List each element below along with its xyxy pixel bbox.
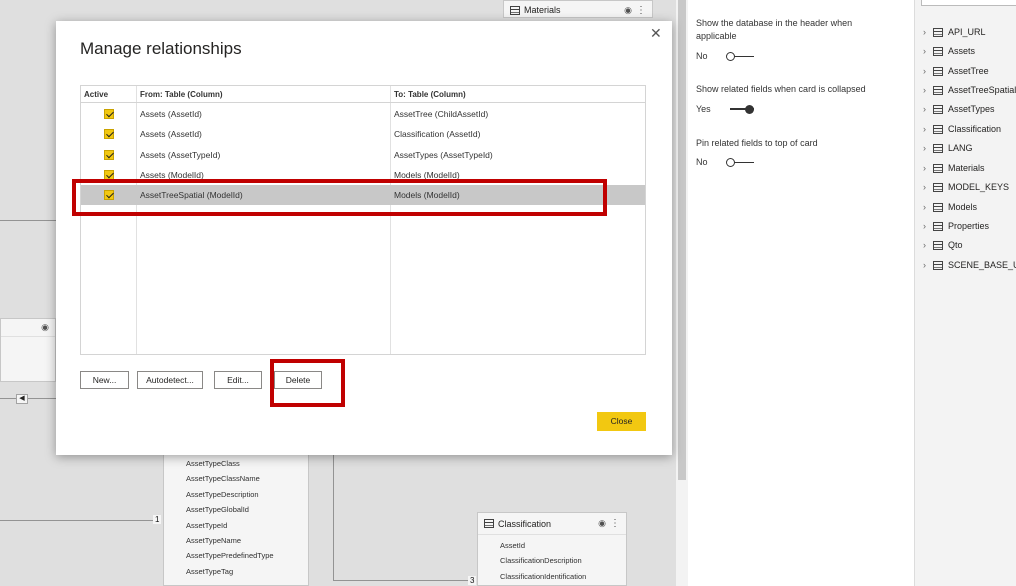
edit-button[interactable]: Edit... [214, 371, 262, 389]
chevron-right-icon: › [923, 124, 926, 134]
fields-table-item[interactable]: › AssetTypes [923, 104, 995, 114]
field-table-name: Models [948, 202, 978, 212]
table-icon [933, 66, 943, 76]
table-icon [933, 202, 943, 212]
field-table-name: Properties [948, 221, 990, 231]
field-table-name: AssetTree [948, 66, 989, 76]
from-cell: Assets (AssetId) [140, 129, 202, 139]
table-icon [933, 240, 943, 250]
table-row[interactable]: Assets (AssetTypeId) AssetTypes (AssetTy… [81, 145, 645, 165]
fields-table-item[interactable]: › API_URL [923, 27, 986, 37]
pin-related-label: Pin related fields to top of card [696, 138, 818, 148]
table-header: Active From: Table (Column) To: Table (C… [81, 86, 645, 103]
field-table-name: Assets [948, 46, 976, 56]
delete-button-highlight [270, 359, 345, 407]
chevron-right-icon: › [923, 66, 926, 76]
field-table-name: MODEL_KEYS [948, 182, 1010, 192]
fields-table-item[interactable]: › AssetTree [923, 66, 989, 76]
chevron-right-icon: › [923, 27, 926, 37]
column-header-to[interactable]: To: Table (Column) [394, 90, 466, 99]
fields-table-item[interactable]: › Qto [923, 240, 963, 250]
table-icon [933, 46, 943, 56]
to-cell: Classification (AssetId) [394, 129, 481, 139]
field-table-name: AssetTypes [948, 104, 995, 114]
table-icon [933, 260, 943, 270]
chevron-right-icon: › [923, 143, 926, 153]
chevron-right-icon: › [923, 163, 926, 173]
field-table-name: Materials [948, 163, 985, 173]
table-icon [933, 182, 943, 192]
fields-table-item[interactable]: › Classification [923, 124, 1001, 134]
fields-table-item[interactable]: › SCENE_BASE_URL [923, 260, 1016, 270]
field-table-name: SCENE_BASE_URL [948, 260, 1016, 270]
active-checkbox[interactable] [104, 109, 114, 119]
fields-search-input[interactable] [921, 0, 1016, 6]
chevron-right-icon: › [923, 240, 926, 250]
chevron-right-icon: › [923, 104, 926, 114]
from-cell: Assets (AssetTypeId) [140, 150, 221, 160]
chevron-right-icon: › [923, 85, 926, 95]
fields-pane: › API_URL › Assets › AssetTree › AssetTreeSp… [914, 0, 1016, 586]
canvas-scrollbar[interactable] [676, 0, 688, 586]
field-table-name: Classification [948, 124, 1002, 134]
fields-table-item[interactable]: › AssetTreeSpatial [923, 85, 1016, 95]
close-icon[interactable]: ✕ [650, 25, 662, 42]
field-table-name: AssetTreeSpatial [948, 85, 1016, 95]
chevron-right-icon: › [923, 182, 926, 192]
fields-table-item[interactable]: › Materials [923, 163, 985, 173]
fields-table-item[interactable]: › Assets [923, 46, 975, 56]
chevron-right-icon: › [923, 202, 926, 212]
from-cell: Assets (AssetId) [140, 109, 202, 119]
table-row[interactable]: Assets (AssetId) AssetTree (ChildAssetId… [81, 104, 645, 124]
dialog-title: Manage relationships [80, 39, 242, 58]
to-cell: AssetTree (ChildAssetId) [394, 109, 489, 119]
show-related-toggle[interactable]: Yes [696, 104, 754, 114]
fields-table-item[interactable]: › LANG [923, 143, 973, 153]
field-table-name: LANG [948, 143, 973, 153]
toggle-switch[interactable] [726, 157, 754, 167]
active-checkbox[interactable] [104, 129, 114, 139]
show-database-toggle[interactable]: No [696, 51, 754, 61]
table-row[interactable]: Assets (AssetId) Classification (AssetId… [81, 124, 645, 144]
close-button[interactable]: Close [597, 412, 646, 431]
show-database-label: Show the database in the header when app… [696, 18, 853, 41]
properties-pane: Show the database in the header when app… [688, 0, 914, 586]
relationships-table: Active From: Table (Column) To: Table (C… [80, 85, 646, 355]
toggle-state: No [696, 51, 708, 61]
table-icon [933, 27, 943, 37]
table-icon [933, 124, 943, 134]
autodetect-button[interactable]: Autodetect... [137, 371, 203, 389]
table-icon [933, 85, 943, 95]
fields-table-item[interactable]: › Properties [923, 221, 989, 231]
to-cell: AssetTypes (AssetTypeId) [394, 150, 493, 160]
chevron-right-icon: › [923, 46, 926, 56]
field-table-name: API_URL [948, 27, 986, 37]
table-icon [933, 104, 943, 114]
chevron-right-icon: › [923, 260, 926, 270]
field-table-name: Qto [948, 240, 963, 250]
table-icon [933, 221, 943, 231]
column-header-active[interactable]: Active [84, 90, 108, 99]
fields-table-item[interactable]: › Models [923, 202, 977, 212]
toggle-state: Yes [696, 104, 711, 114]
chevron-right-icon: › [923, 221, 926, 231]
table-icon [933, 163, 943, 173]
scrollbar-thumb[interactable] [678, 0, 686, 480]
selected-row-highlight [72, 179, 607, 216]
column-header-from[interactable]: From: Table (Column) [140, 90, 223, 99]
manage-relationships-dialog: Manage relationships ✕ Active From: Tabl… [56, 21, 672, 455]
show-related-label: Show related fields when card is collaps… [696, 84, 866, 94]
new-button[interactable]: New... [80, 371, 129, 389]
toggle-switch[interactable] [726, 51, 754, 61]
toggle-switch[interactable] [726, 104, 754, 114]
active-checkbox[interactable] [104, 150, 114, 160]
toggle-state: No [696, 157, 708, 167]
table-icon [933, 143, 943, 153]
fields-table-item[interactable]: › MODEL_KEYS [923, 182, 1009, 192]
pin-related-toggle[interactable]: No [696, 157, 754, 167]
